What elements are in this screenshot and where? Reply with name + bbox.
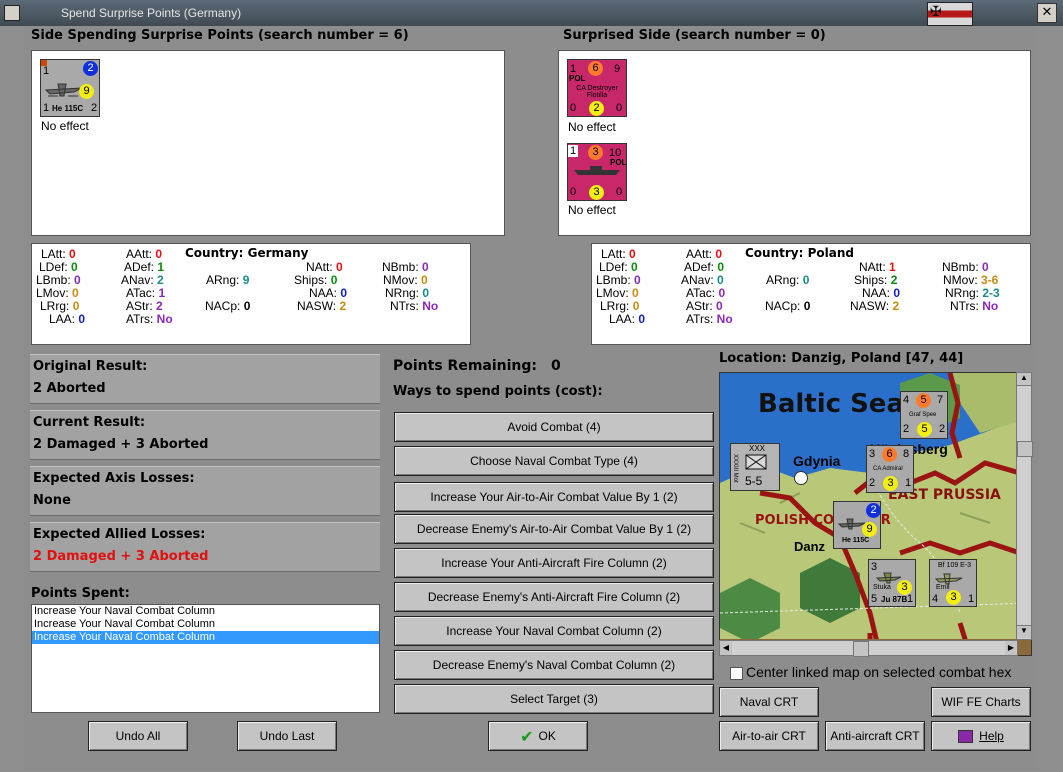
unit-counter-he115c[interactable]: 1 2 9 1 He 115C 2 bbox=[40, 59, 100, 117]
dialog-body: Side Spending Surprise Points (search nu… bbox=[24, 26, 1039, 770]
close-button[interactable]: ✕ bbox=[1037, 3, 1057, 23]
points-spent-label: Points Spent: bbox=[31, 586, 130, 601]
current-result-box: Current Result: 2 Damaged + 3 Aborted bbox=[30, 410, 380, 460]
map-counter-army[interactable]: XXX XXXIII Mot 5-5 bbox=[730, 443, 780, 491]
axis-losses-box: Expected Axis Losses: None bbox=[30, 466, 380, 516]
unit-badge: 2 bbox=[83, 61, 98, 76]
ship-icon bbox=[574, 166, 620, 175]
seaplane-icon bbox=[44, 83, 83, 97]
map-label-baltic-sea: Baltic Sea bbox=[758, 389, 904, 419]
poland-country-label: Country: Poland bbox=[745, 246, 854, 260]
original-result-box: Original Result: 2 Aborted bbox=[30, 354, 380, 404]
right-units-panel: 1 6 9 POL CA Destroyer Flotilla 0 2 0 No… bbox=[558, 50, 1031, 236]
unit-effect-caption: No effect bbox=[41, 119, 89, 133]
decrease-enemy-anti-aircraft-button[interactable]: Decrease Enemy's Anti-Aircraft Fire Colu… bbox=[394, 582, 714, 612]
help-button[interactable]: Help bbox=[931, 721, 1031, 751]
map-label-gdynia: Gdynia bbox=[793, 453, 841, 469]
points-remaining-label: Points Remaining: 0 bbox=[393, 358, 561, 374]
map-counter-stuka[interactable]: 3 Stuka 3 5 Ju 87B 1 bbox=[868, 559, 916, 607]
germany-stats-panel: LAtt: 0 LDef: 0 LBmb: 0 LMov: 0 LRrg: 0 … bbox=[31, 243, 471, 345]
increase-anti-aircraft-button[interactable]: Increase Your Anti-Aircraft Fire Column … bbox=[394, 548, 714, 578]
undo-all-button[interactable]: Undo All bbox=[88, 721, 188, 751]
window-title: Spend Surprise Points (Germany) bbox=[61, 6, 242, 20]
map-label-danzig: Danz bbox=[794, 539, 826, 554]
unit-name: He 115C bbox=[52, 104, 84, 113]
scroll-up-icon[interactable]: ▲ bbox=[1017, 373, 1031, 386]
germany-country-label: Country: Germany bbox=[185, 246, 309, 260]
right-side-header: Surprised Side (search number = 0) bbox=[563, 28, 826, 43]
map-counter-he115c[interactable]: 2 9 He 115C bbox=[833, 501, 881, 549]
undo-last-button[interactable]: Undo Last bbox=[237, 721, 337, 751]
avoid-combat-button[interactable]: Avoid Combat (4) bbox=[394, 412, 714, 442]
city-marker-icon bbox=[794, 471, 808, 485]
list-item[interactable]: Increase Your Naval Combat Column bbox=[32, 618, 379, 631]
left-side-header: Side Spending Surprise Points (search nu… bbox=[31, 28, 409, 43]
choose-naval-combat-type-button[interactable]: Choose Naval Combat Type (4) bbox=[394, 446, 714, 476]
list-item[interactable]: Increase Your Naval Combat Column bbox=[32, 631, 379, 644]
map-counter-bf109[interactable]: Bf 109 E-3 Emil 3 4 1 bbox=[929, 559, 977, 607]
ways-to-spend-label: Ways to spend points (cost): bbox=[393, 384, 603, 399]
list-item[interactable]: Increase Your Naval Combat Column bbox=[32, 605, 379, 618]
center-map-checkbox-label: Center linked map on selected combat hex bbox=[746, 664, 1012, 680]
scroll-thumb[interactable] bbox=[1017, 441, 1033, 457]
map-counter-ca-admiral[interactable]: 3 6 8 CA Admiral 2 3 1 bbox=[866, 445, 914, 493]
help-book-icon bbox=[958, 729, 974, 743]
map-vertical-scrollbar[interactable]: ▲ ▼ bbox=[1016, 372, 1033, 640]
title-bar: Spend Surprise Points (Germany) ✕ bbox=[0, 0, 1063, 26]
checkmark-icon: ✔ bbox=[520, 726, 534, 746]
increase-naval-combat-button[interactable]: Increase Your Naval Combat Column (2) bbox=[394, 616, 714, 646]
points-spent-list[interactable]: Increase Your Naval Combat Column Increa… bbox=[31, 604, 380, 713]
poland-stats-panel: LAtt: 0 LDef: 0 LBmb: 0 LMov: 0 LRrg: 0 … bbox=[591, 243, 1031, 345]
map-counter-graf-spee[interactable]: 4 5 7 Graf Spee 2 5 2 bbox=[900, 391, 948, 439]
unit-counter-ca-destroyer[interactable]: 1 6 9 POL CA Destroyer Flotilla 0 2 0 bbox=[567, 59, 627, 117]
wif-fe-charts-button[interactable]: WIF FE Charts bbox=[931, 687, 1031, 717]
german-flag-icon bbox=[927, 2, 973, 26]
ok-button[interactable]: ✔ OK bbox=[488, 721, 588, 751]
allied-losses-box: Expected Allied Losses: 2 Damaged + 3 Abo… bbox=[30, 522, 380, 572]
left-units-panel: 1 2 9 1 He 115C 2 No effect bbox=[31, 50, 505, 236]
mini-map[interactable]: Baltic Sea Gdynia Königsberg EAST PRUSSI… bbox=[719, 372, 1032, 656]
scroll-thumb[interactable] bbox=[853, 641, 869, 657]
app-icon bbox=[4, 5, 20, 21]
scroll-right-icon[interactable]: ▶ bbox=[1005, 641, 1017, 655]
armor-symbol-icon bbox=[745, 454, 767, 470]
map-horizontal-scrollbar[interactable]: ◀ ▶ bbox=[719, 640, 1018, 657]
unit-name: CA Destroyer Flotilla bbox=[576, 85, 618, 99]
unit-strength: 9 bbox=[79, 84, 94, 99]
map-location-label: Location: Danzig, Poland [47, 44] bbox=[719, 351, 964, 366]
air-to-air-crt-button[interactable]: Air-to-air CRT bbox=[719, 721, 819, 751]
scroll-down-icon[interactable]: ▼ bbox=[1017, 625, 1031, 638]
naval-crt-button[interactable]: Naval CRT bbox=[719, 687, 819, 717]
unit-counter-pol-ship[interactable]: 1 3 10 POL 0 3 0 bbox=[567, 143, 627, 201]
anti-aircraft-crt-button[interactable]: Anti-aircraft CRT bbox=[825, 721, 925, 751]
decrease-enemy-naval-combat-button[interactable]: Decrease Enemy's Naval Combat Column (2) bbox=[394, 650, 714, 680]
decrease-enemy-air-to-air-button[interactable]: Decrease Enemy's Air-to-Air Combat Value… bbox=[394, 514, 714, 544]
increase-air-to-air-button[interactable]: Increase Your Air-to-Air Combat Value By… bbox=[394, 482, 714, 512]
select-target-button[interactable]: Select Target (3) bbox=[394, 684, 714, 714]
unit-effect-caption: No effect bbox=[568, 203, 616, 217]
points-remaining-value: 0 bbox=[551, 358, 561, 374]
scroll-left-icon[interactable]: ◀ bbox=[720, 641, 732, 655]
center-map-checkbox[interactable] bbox=[730, 667, 743, 680]
unit-effect-caption: No effect bbox=[568, 120, 616, 134]
